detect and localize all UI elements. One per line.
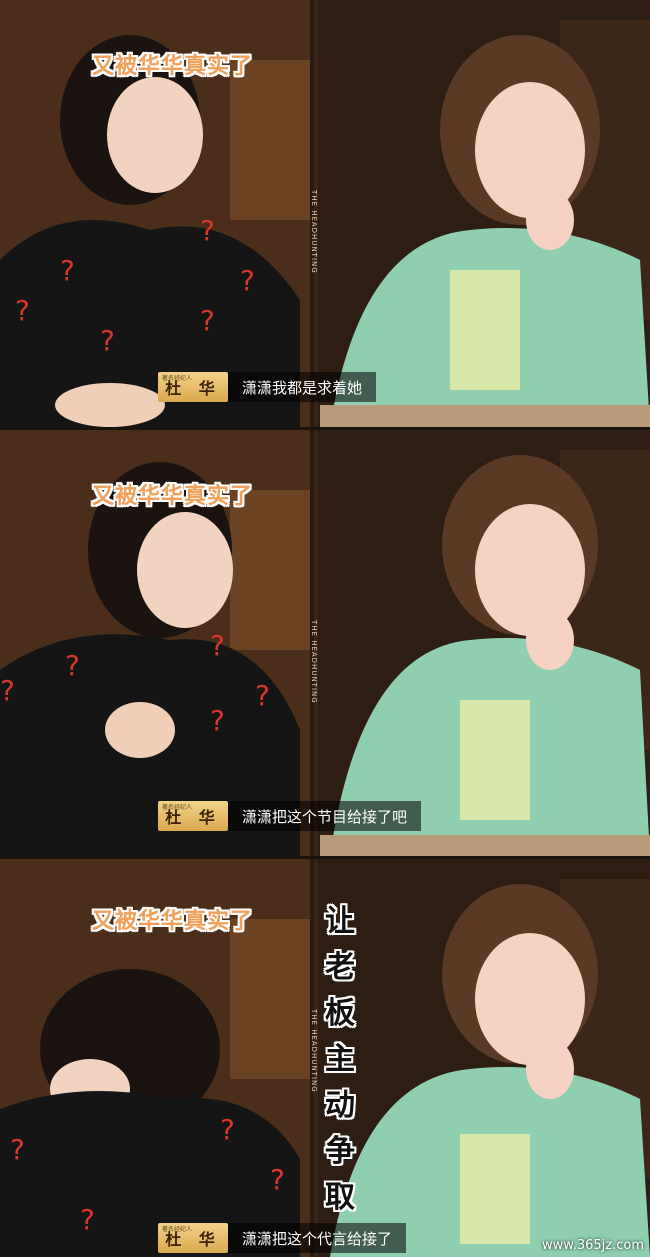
svg-text:?: ?	[210, 629, 225, 662]
speaker-name-tag: 著名经纪人 杜 华	[158, 372, 228, 402]
svg-text:?: ?	[65, 649, 80, 682]
vertical-caption: 让 老 板 主 动 争 取	[322, 899, 358, 1221]
top-caption: 又被华华真实了	[92, 54, 254, 79]
vertical-caption-char: 让	[325, 904, 355, 939]
watermark: www.365jz.com	[542, 1238, 644, 1253]
svg-text:?: ?	[240, 264, 255, 297]
panel-3: ? ? ? ? 又被华华真实了 THE HEADHUNTING 让 老 板 主 …	[0, 859, 650, 1257]
top-caption: 又被华华真实了	[92, 909, 254, 934]
speaker-tag-small: 著名经纪人	[162, 375, 193, 382]
svg-text:?: ?	[80, 1203, 95, 1236]
svg-text:?: ?	[270, 1163, 285, 1196]
speaker-name-tag: 著名经纪人 杜 华	[158, 1223, 228, 1253]
svg-text:?: ?	[0, 674, 15, 707]
svg-text:?: ?	[15, 294, 30, 327]
svg-text:?: ?	[210, 704, 225, 737]
svg-text:?: ?	[10, 1133, 25, 1166]
panel-1: ? ? ? ? ? ? 又被华华真实了 THE HEADHUNTING 著名经纪…	[0, 0, 650, 427]
svg-text:?: ?	[200, 304, 215, 337]
svg-text:?: ?	[220, 1113, 235, 1146]
subtitle: 潇潇我都是求着她	[228, 372, 377, 402]
show-vertical-label: THE HEADHUNTING	[310, 620, 318, 704]
top-caption: 又被华华真实了	[92, 484, 254, 509]
vertical-caption-char: 老	[325, 950, 355, 985]
svg-text:?: ?	[60, 254, 75, 287]
meme-collage: ? ? ? ? ? ? 又被华华真实了 THE HEADHUNTING 著名经纪…	[0, 0, 650, 1257]
vertical-caption-char: 动	[325, 1088, 355, 1123]
speaker-name-tag: 著名经纪人 杜 华	[158, 801, 228, 831]
svg-text:?: ?	[200, 214, 215, 247]
speaker-tag-small: 著名经纪人	[162, 804, 193, 811]
panel-2: ? ? ? ? ? 又被华华真实了 THE HEADHUNTING 著名经纪人 …	[0, 430, 650, 856]
svg-text:?: ?	[100, 324, 115, 357]
subtitle: 潇潇把这个节目给接了吧	[228, 801, 422, 831]
svg-text:?: ?	[255, 679, 270, 712]
show-vertical-label: THE HEADHUNTING	[310, 190, 318, 274]
vertical-caption-char: 取	[325, 1180, 355, 1215]
vertical-caption-char: 主	[325, 1042, 355, 1077]
show-vertical-label: THE HEADHUNTING	[310, 1009, 318, 1093]
speaker-tag-small: 著名经纪人	[162, 1226, 193, 1233]
subtitle: 潇潇把这个代言给接了	[228, 1223, 407, 1253]
vertical-caption-char: 板	[325, 996, 355, 1031]
vertical-caption-char: 争	[325, 1134, 355, 1169]
